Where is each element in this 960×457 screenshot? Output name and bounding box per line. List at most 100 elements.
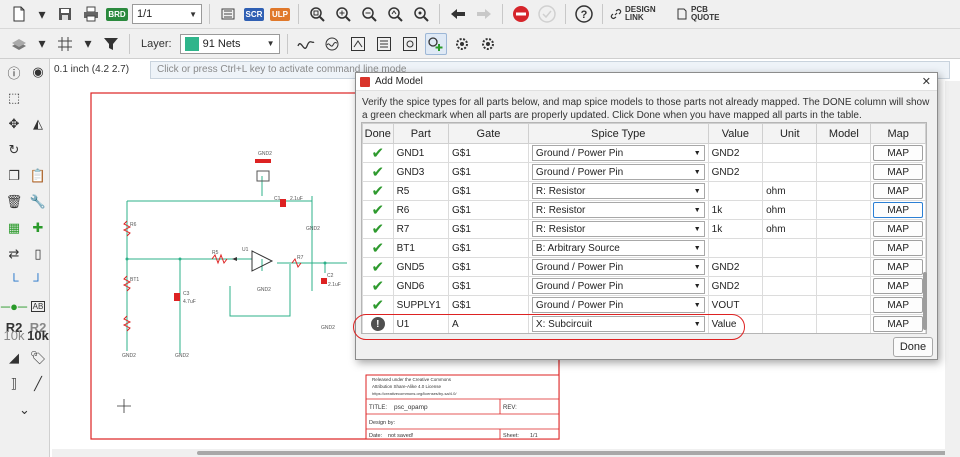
spice-settings-icon[interactable] bbox=[477, 33, 499, 55]
spice-type-select[interactable]: R: Resistor ▼ bbox=[531, 183, 705, 199]
map-button[interactable]: MAP bbox=[873, 202, 923, 218]
probe-current-icon[interactable] bbox=[373, 33, 395, 55]
split-icon[interactable]: ⟧ bbox=[4, 374, 24, 394]
vertical-scrollbar[interactable] bbox=[945, 81, 960, 457]
zoom-fit-icon[interactable] bbox=[306, 3, 328, 25]
zoom-selection-icon[interactable] bbox=[410, 3, 432, 25]
paste-icon[interactable]: 📋 bbox=[28, 166, 48, 186]
spice-type-select[interactable]: Ground / Power Pin ▼ bbox=[531, 164, 705, 180]
board-switch-icon[interactable]: BRD bbox=[106, 3, 128, 25]
design-link-button[interactable]: DESIGN LINK bbox=[610, 6, 672, 22]
expand-icon[interactable]: ⌄ bbox=[15, 400, 35, 420]
info-icon[interactable]: ⓘ bbox=[4, 62, 24, 82]
simulate-icon[interactable] bbox=[321, 33, 343, 55]
horizontal-scrollbar[interactable] bbox=[52, 449, 960, 457]
value-cell[interactable]: GND2 bbox=[707, 257, 764, 277]
spice-type-select[interactable]: R: Resistor ▼ bbox=[531, 202, 705, 218]
wire-bend-icon[interactable] bbox=[295, 33, 317, 55]
value-cell[interactable] bbox=[707, 238, 764, 258]
rotate-icon[interactable]: ↻ bbox=[4, 140, 24, 160]
part-cell: R6 bbox=[392, 200, 450, 220]
undo-icon[interactable] bbox=[447, 3, 469, 25]
junction-icon[interactable]: ─●─ bbox=[1, 296, 27, 316]
copy-icon[interactable]: ❐ bbox=[4, 166, 24, 186]
table-row: ✔ BT1 G$1 B: Arbitrary Source ▼ MAP bbox=[362, 238, 926, 258]
zoom-previous-icon[interactable] bbox=[384, 3, 406, 25]
add-model-icon[interactable] bbox=[424, 32, 447, 55]
line-icon[interactable]: ╱ bbox=[28, 374, 48, 394]
grid-dropdown-icon[interactable]: ▾ bbox=[80, 33, 96, 55]
horizontal-scroll-thumb[interactable] bbox=[197, 451, 960, 455]
close-icon[interactable]: ✕ bbox=[922, 75, 931, 88]
gate-icon[interactable]: ▯ bbox=[28, 244, 48, 264]
table-scrollbar[interactable] bbox=[922, 122, 928, 334]
grid-icon[interactable] bbox=[54, 33, 76, 55]
map-button[interactable]: MAP bbox=[873, 221, 923, 237]
done-button[interactable]: Done bbox=[893, 337, 933, 357]
ulp-button[interactable]: ULP bbox=[269, 3, 291, 25]
map-button[interactable]: MAP bbox=[873, 164, 923, 180]
value-cell[interactable]: 1k bbox=[707, 219, 764, 239]
pin-swap-icon[interactable]: ✚ bbox=[28, 218, 48, 238]
add-part-icon[interactable]: ▦ bbox=[4, 218, 24, 238]
spice-type-select[interactable]: Ground / Power Pin ▼ bbox=[531, 145, 705, 161]
page-select[interactable]: 1/1 ▼ bbox=[132, 4, 202, 24]
name-icon[interactable]: R2 10k bbox=[4, 321, 25, 342]
attribute-icon[interactable]: 🏷 bbox=[28, 348, 48, 368]
map-button[interactable]: MAP bbox=[873, 240, 923, 256]
filter-icon[interactable] bbox=[100, 33, 122, 55]
go-icon[interactable] bbox=[536, 3, 558, 25]
spice-type-select[interactable]: B: Arbitrary Source ▼ bbox=[531, 240, 705, 256]
pcb-quote-button[interactable]: PCB QUOTE bbox=[676, 6, 732, 22]
layer-dropdown-icon[interactable]: ▾ bbox=[34, 33, 50, 55]
spice-type-select[interactable]: Ground / Power Pin ▼ bbox=[531, 259, 705, 275]
scr-button[interactable]: SCR bbox=[243, 3, 265, 25]
value-cell[interactable] bbox=[707, 181, 764, 201]
spice-type-select[interactable]: Ground / Power Pin ▼ bbox=[531, 297, 705, 313]
new-dropdown-icon[interactable]: ▾ bbox=[34, 3, 50, 25]
spice-type-value: R: Resistor bbox=[535, 204, 586, 216]
zoom-out-icon[interactable] bbox=[358, 3, 380, 25]
new-file-icon[interactable] bbox=[8, 3, 30, 25]
cam-processor-icon[interactable] bbox=[217, 3, 239, 25]
move-icon[interactable]: ✥ bbox=[4, 114, 24, 134]
wrench-icon[interactable]: 🔧 bbox=[28, 192, 48, 212]
map-button[interactable]: MAP bbox=[873, 183, 923, 199]
show-icon[interactable]: ◉ bbox=[28, 62, 48, 82]
value-cell[interactable]: GND2 bbox=[707, 276, 764, 296]
wire-icon[interactable]: └ bbox=[4, 270, 24, 290]
map-button[interactable]: MAP bbox=[873, 316, 923, 332]
help-icon[interactable]: ? bbox=[573, 3, 595, 25]
layer-settings-icon[interactable] bbox=[8, 33, 30, 55]
mirror-icon[interactable]: ◭ bbox=[28, 114, 48, 134]
value-cell[interactable]: GND2 bbox=[707, 143, 764, 163]
spice-type-select[interactable]: Ground / Power Pin ▼ bbox=[531, 278, 705, 294]
map-button[interactable]: MAP bbox=[873, 278, 923, 294]
net-icon[interactable]: ┘ bbox=[28, 270, 48, 290]
value-cell[interactable]: 1k bbox=[707, 200, 764, 220]
layer-select[interactable]: 91 Nets ▼ bbox=[179, 33, 280, 54]
table-scroll-thumb[interactable] bbox=[923, 272, 927, 330]
probe-phase-icon[interactable] bbox=[399, 33, 421, 55]
print-icon[interactable] bbox=[80, 3, 102, 25]
map-button[interactable]: MAP bbox=[873, 297, 923, 313]
spice-type-select[interactable]: R: Resistor ▼ bbox=[531, 221, 705, 237]
dialog-title-bar[interactable]: Add Model ✕ bbox=[356, 73, 937, 91]
label-ab-icon[interactable]: AB bbox=[28, 296, 48, 316]
zoom-in-icon[interactable] bbox=[332, 3, 354, 25]
simulation-settings-icon[interactable] bbox=[451, 33, 473, 55]
probe-voltage-icon[interactable] bbox=[347, 33, 369, 55]
save-icon[interactable] bbox=[54, 3, 76, 25]
delete-icon[interactable]: 🗑 bbox=[4, 192, 24, 212]
select-icon[interactable]: ⬚ bbox=[4, 88, 24, 108]
stop-icon[interactable] bbox=[510, 3, 532, 25]
chevron-down-icon: ▼ bbox=[693, 263, 701, 271]
replace-icon[interactable]: ⇄ bbox=[4, 244, 24, 264]
map-button[interactable]: MAP bbox=[873, 259, 923, 275]
smash-icon[interactable]: ◢ bbox=[4, 348, 24, 368]
value-icon[interactable]: R2 10k bbox=[27, 321, 49, 342]
map-button[interactable]: MAP bbox=[873, 145, 923, 161]
value-cell[interactable]: VOUT bbox=[707, 295, 764, 315]
value-cell[interactable]: GND2 bbox=[707, 162, 764, 182]
redo-icon[interactable] bbox=[473, 3, 495, 25]
